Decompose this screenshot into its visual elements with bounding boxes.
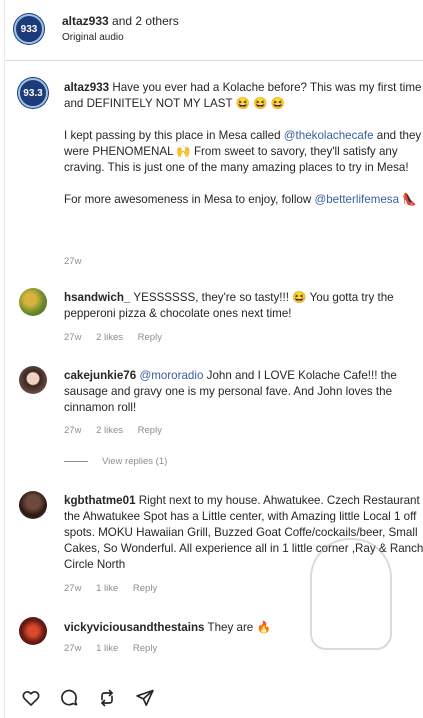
caption-paragraph: altaz933 Have you ever had a Kolache bef…: [64, 80, 423, 112]
caption-meta: 27w: [64, 256, 93, 267]
heart-icon[interactable]: [20, 687, 42, 709]
comment-meta: 27w 2 likes Reply: [64, 425, 174, 436]
comment-meta: 27w 2 likes Reply: [64, 332, 174, 343]
caption: altaz933 Have you ever had a Kolache bef…: [64, 80, 423, 224]
repost-icon[interactable]: [96, 687, 118, 709]
caption-text: I kept passing by this place in Mesa cal…: [64, 129, 284, 142]
view-replies-button[interactable]: View replies (1): [64, 456, 167, 467]
view-replies-label[interactable]: View replies (1): [102, 456, 167, 467]
caption-username[interactable]: altaz933: [64, 81, 109, 94]
divider: [64, 461, 88, 462]
timestamp[interactable]: 27w: [64, 425, 81, 436]
like-count[interactable]: 2 likes: [96, 332, 123, 343]
caption-text: Have you ever had a Kolache before? This…: [64, 81, 422, 110]
audio-label[interactable]: Original audio: [62, 32, 124, 43]
avatar-text: 933: [20, 23, 38, 35]
like-count[interactable]: 1 like: [96, 643, 118, 654]
header-others[interactable]: and 2 others: [112, 14, 179, 28]
comment-meta: 27w 1 like Reply: [64, 643, 169, 654]
reply-button[interactable]: Reply: [138, 332, 162, 343]
timestamp[interactable]: 27w: [64, 332, 81, 343]
post-header: 933 altaz933 and 2 others Original audio: [12, 10, 412, 48]
reply-button[interactable]: Reply: [138, 425, 162, 436]
mention-link[interactable]: @thekolachecafe: [284, 129, 374, 142]
avatar[interactable]: [19, 366, 47, 394]
like-count[interactable]: 1 like: [96, 583, 118, 594]
timestamp[interactable]: 27w: [64, 643, 81, 654]
comment-icon[interactable]: [58, 687, 80, 709]
caption-text: 👠: [399, 193, 417, 206]
avatar-text: 93.3: [23, 87, 43, 99]
reply-button[interactable]: Reply: [133, 583, 157, 594]
comment-text: They are 🔥: [207, 621, 271, 634]
comment-username[interactable]: cakejunkie76: [64, 369, 136, 382]
list-item: cakejunkie76 @mororadio John and I LOVE …: [64, 368, 423, 416]
comment-username[interactable]: vickyviciousandthestains: [64, 621, 204, 634]
instagram-post-panel: 933 altaz933 and 2 others Original audio…: [0, 0, 423, 718]
comment-meta: 27w 1 like Reply: [64, 583, 169, 594]
header-username-line[interactable]: altaz933 and 2 others: [62, 14, 179, 28]
share-icon[interactable]: [134, 687, 156, 709]
caption-text: For more awesomeness in Mesa to enjoy, f…: [64, 193, 315, 206]
header-username[interactable]: altaz933: [62, 14, 109, 28]
mention-link[interactable]: @betterlifemesa: [314, 193, 399, 206]
avatar[interactable]: [19, 617, 47, 645]
mention-link[interactable]: @mororadio: [139, 369, 203, 382]
comment-username[interactable]: kgbthatme01: [64, 494, 136, 507]
caption-paragraph: I kept passing by this place in Mesa cal…: [64, 128, 423, 176]
avatar[interactable]: 933: [14, 14, 44, 44]
comment-username[interactable]: hsandwich_: [64, 291, 130, 304]
divider: [4, 0, 5, 718]
caption-paragraph: For more awesomeness in Mesa to enjoy, f…: [64, 192, 423, 208]
list-item: hsandwich_ YESSSSSS, they're so tasty!!!…: [64, 290, 423, 322]
divider: [6, 60, 423, 61]
avatar[interactable]: [19, 288, 47, 316]
timestamp[interactable]: 27w: [64, 256, 81, 267]
like-count[interactable]: 2 likes: [96, 425, 123, 436]
reply-button[interactable]: Reply: [133, 643, 157, 654]
list-item: vickyviciousandthestains They are 🔥: [64, 620, 423, 636]
avatar[interactable]: [19, 491, 47, 519]
timestamp[interactable]: 27w: [64, 583, 81, 594]
action-bar: [20, 686, 160, 710]
avatar[interactable]: 93.3: [18, 78, 48, 108]
